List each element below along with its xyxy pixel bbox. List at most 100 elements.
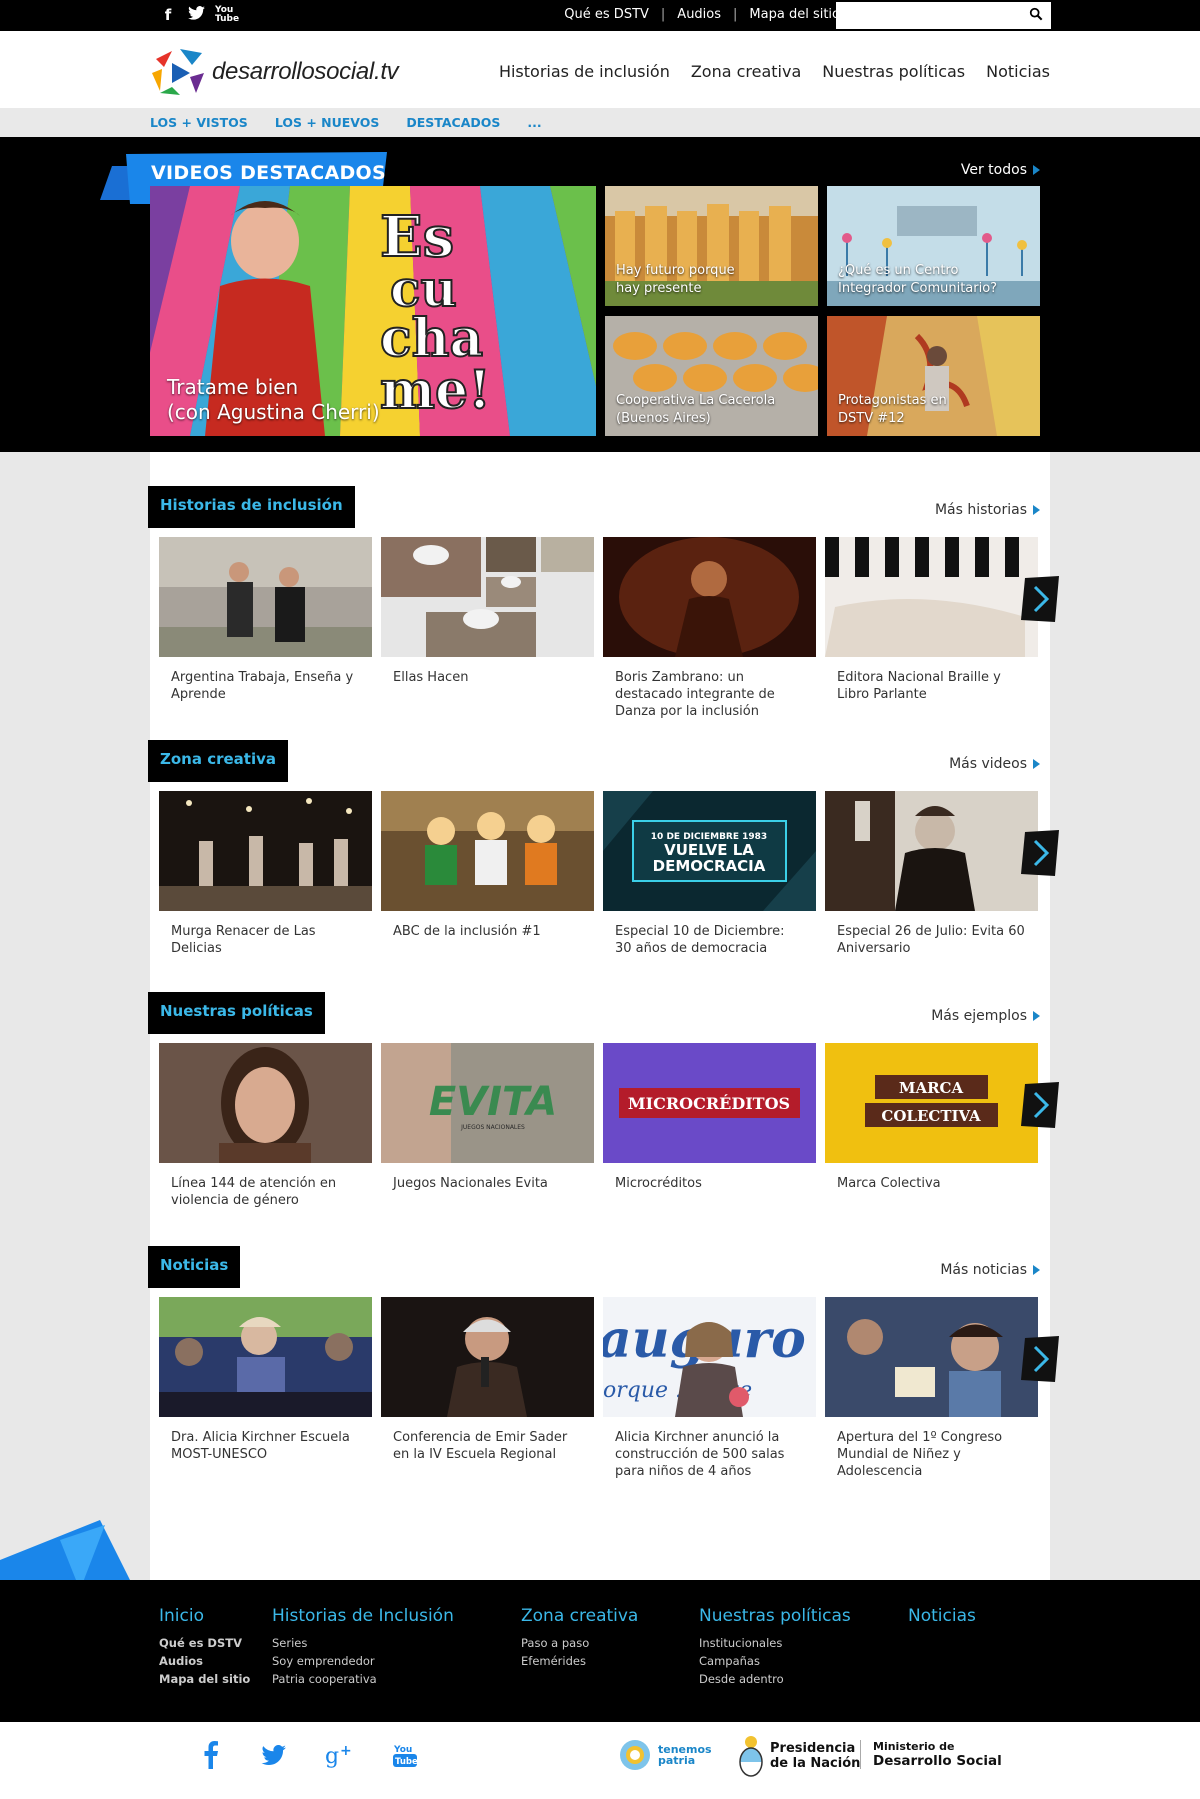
video-card[interactable]: auguroorque ... ante Alicia Kirchner anu…	[598, 1297, 816, 1480]
video-thumbnail	[381, 791, 594, 911]
search-icon[interactable]	[1029, 7, 1043, 21]
logo-text: desarrollosocial.tv	[212, 58, 399, 85]
featured-video-3[interactable]: Cooperativa La Cacerola (Buenos Aires)	[605, 316, 818, 436]
coat-of-arms-icon	[739, 1736, 763, 1777]
card-title: Conferencia de Emir Sader en la IV Escue…	[393, 1430, 568, 1462]
brand-text: Presidencia de la Nación	[770, 1741, 860, 1771]
card-row: Dra. Alicia Kirchner Escuela MOST-UNESCO…	[159, 1297, 1038, 1480]
nav-politicas[interactable]: Nuestras políticas	[822, 62, 965, 81]
card-title: Apertura del 1º Congreso Mundial de Niñe…	[837, 1430, 1003, 1479]
subnav-more[interactable]: ...	[527, 115, 541, 130]
nav-historias[interactable]: Historias de inclusión	[499, 62, 670, 81]
ver-todos-link[interactable]: Ver todos	[961, 162, 1040, 178]
footer-link[interactable]: Audios	[159, 1652, 250, 1670]
video-card[interactable]: Línea 144 de atención en violencia de gé…	[159, 1043, 372, 1209]
search-input[interactable]	[836, 2, 1016, 29]
video-card[interactable]: MARCA COLECTIVA Marca Colectiva	[825, 1043, 1038, 1209]
footer-heading[interactable]: Historias de Inclusión	[272, 1606, 454, 1626]
section-title[interactable]: Zona creativa	[148, 740, 289, 782]
carousel-next-icon[interactable]	[1021, 1082, 1059, 1128]
card-title: Especial 10 de Diciembre: 30 años de dem…	[615, 924, 785, 956]
video-thumbnail	[825, 1297, 1038, 1417]
subnav-mas-vistos[interactable]: LOS + VISTOS	[150, 115, 248, 130]
nav-noticias[interactable]: Noticias	[986, 62, 1050, 81]
featured-main-video[interactable]: Es cu cha me! Tratame bien (con Agustina…	[150, 186, 596, 436]
carousel-next-icon[interactable]	[1021, 1336, 1059, 1382]
svg-text:g: g	[325, 1744, 339, 1769]
video-card[interactable]: ABC de la inclusión #1	[381, 791, 594, 957]
caption-line: ¿Qué es un Centro	[838, 263, 959, 278]
thumb-text: JUEGOS NACIONALES	[460, 1124, 525, 1131]
top-link-mapa[interactable]: Mapa del sitio	[749, 7, 840, 22]
nav-zona-creativa[interactable]: Zona creativa	[691, 62, 801, 81]
video-card[interactable]: Apertura del 1º Congreso Mundial de Niñe…	[825, 1297, 1038, 1480]
featured-video-1[interactable]: Hay futuro porque hay presente	[605, 186, 818, 306]
youtube-icon[interactable]: YouTube	[390, 1740, 420, 1770]
video-card[interactable]: Conferencia de Emir Sader en la IV Escue…	[381, 1297, 594, 1480]
footer-link[interactable]: Soy emprendedor	[272, 1652, 454, 1670]
twitter-icon[interactable]	[258, 1740, 288, 1770]
footer-col-inicio: Inicio Qué es DSTV Audios Mapa del sitio	[159, 1606, 250, 1688]
footer-link[interactable]: Campañas	[699, 1652, 851, 1670]
featured-video-2[interactable]: ¿Qué es un Centro Integrador Comunitario?	[827, 186, 1040, 306]
section-more-link[interactable]: Más ejemplos	[931, 1008, 1040, 1024]
bottom-bar: g + You Tube tenemos patria Presidencia de…	[0, 1722, 1200, 1799]
video-card[interactable]: 10 DE DICIEMBRE 1983 VUELVE LA DEMOCRACIA …	[603, 791, 816, 957]
footer-link[interactable]: Paso a paso	[521, 1634, 638, 1652]
section-more-link[interactable]: Más videos	[949, 756, 1040, 772]
google-plus-icon[interactable]: g +	[324, 1740, 354, 1770]
section-more-link[interactable]: Más noticias	[940, 1262, 1040, 1278]
tenemos-patria-logo[interactable]: tenemos patria	[618, 1738, 712, 1772]
video-caption: Hay futuro porque hay presente	[616, 262, 735, 298]
video-card[interactable]: EVITA JUEGOS NACIONALES Juegos Nacionales…	[381, 1043, 594, 1209]
footer-link[interactable]: Mapa del sitio	[159, 1670, 250, 1688]
top-link-audios[interactable]: Audios	[677, 7, 721, 22]
video-card[interactable]: Dra. Alicia Kirchner Escuela MOST-UNESCO	[159, 1297, 372, 1480]
svg-text:You: You	[393, 1745, 412, 1755]
twitter-icon[interactable]	[187, 6, 205, 24]
featured-video-4[interactable]: Protagonistas en DSTV #12	[827, 316, 1040, 436]
card-title: Especial 26 de Julio: Evita 60 Aniversar…	[837, 924, 1025, 956]
video-card[interactable]: MICROCRÉDITOS Microcréditos	[603, 1043, 816, 1209]
card-title: Murga Renacer de Las Delicias	[171, 924, 316, 956]
youtube-icon[interactable]: YouTube	[215, 6, 239, 24]
video-card[interactable]: Argentina Trabaja, Enseña y Aprende	[159, 537, 372, 720]
top-link-que-es[interactable]: Qué es DSTV	[564, 7, 649, 22]
subnav-destacados[interactable]: DESTACADOS	[406, 115, 500, 130]
footer-link[interactable]: Qué es DSTV	[159, 1634, 250, 1652]
footer-link[interactable]: Patria cooperativa	[272, 1670, 454, 1688]
video-card[interactable]: Boris Zambrano: un destacado integrante …	[603, 537, 816, 720]
facebook-icon[interactable]	[196, 1740, 226, 1770]
brand-line: de la Nación	[770, 1756, 861, 1771]
section-more-link[interactable]: Más historias	[935, 502, 1040, 518]
footer-link[interactable]: Series	[272, 1634, 454, 1652]
footer-heading[interactable]: Inicio	[159, 1606, 250, 1626]
card-row: Murga Renacer de Las Delicias ABC de la …	[159, 791, 1038, 957]
card-row: Argentina Trabaja, Enseña y Aprende Ella…	[159, 537, 1038, 720]
section-title[interactable]: Nuestras políticas	[148, 992, 325, 1034]
site-logo[interactable]: desarrollosocial.tv	[150, 47, 399, 97]
caption-line: Tratame bien	[167, 375, 299, 399]
footer-link[interactable]: Institucionales	[699, 1634, 851, 1652]
presidencia-logo[interactable]: Presidencia de la Nación	[738, 1734, 860, 1778]
footer-heading[interactable]: Zona creativa	[521, 1606, 638, 1626]
section-title[interactable]: Historias de inclusión	[148, 486, 355, 528]
footer-link[interactable]: Efemérides	[521, 1652, 638, 1670]
video-thumbnail	[159, 1297, 372, 1417]
facebook-icon[interactable]: f	[159, 6, 177, 24]
carousel-next-icon[interactable]	[1021, 576, 1059, 622]
footer-heading[interactable]: Nuestras políticas	[699, 1606, 851, 1626]
video-card[interactable]: Ellas Hacen	[381, 537, 594, 720]
video-card[interactable]: Especial 26 de Julio: Evita 60 Aniversar…	[825, 791, 1038, 957]
subnav-mas-nuevos[interactable]: LOS + NUEVOS	[275, 115, 380, 130]
carousel-next-icon[interactable]	[1021, 830, 1059, 876]
video-card[interactable]: Murga Renacer de Las Delicias	[159, 791, 372, 957]
ministerio-logo[interactable]: Ministerio de Desarrollo Social	[860, 1740, 1002, 1769]
video-thumbnail	[159, 537, 372, 657]
footer-link[interactable]: Desde adentro	[699, 1670, 851, 1688]
video-caption: Protagonistas en DSTV #12	[838, 392, 947, 428]
video-card[interactable]: Editora Nacional Braille y Libro Parlant…	[825, 537, 1038, 720]
section-title[interactable]: Noticias	[148, 1246, 241, 1288]
footer-col-zona: Zona creativa Paso a paso Efemérides	[521, 1606, 638, 1670]
footer-heading[interactable]: Noticias	[908, 1606, 976, 1626]
